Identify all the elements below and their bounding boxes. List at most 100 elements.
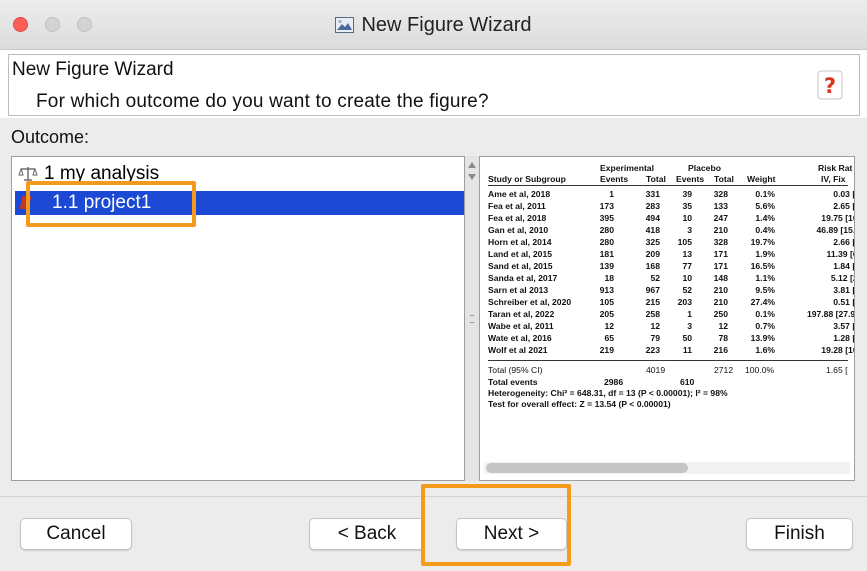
question-mark-icon[interactable]: ? (817, 70, 843, 100)
cell-p-total: 328 (713, 237, 728, 247)
events-label: Total events (488, 377, 538, 387)
cell-e-total: 215 (645, 297, 660, 307)
cell-weight: 0.1% (755, 189, 775, 199)
cell-p-total: 78 (718, 333, 728, 343)
cell-rr: 0.51 [0 (833, 297, 855, 307)
cell-e-events: 139 (599, 261, 614, 271)
cell-e-events: 395 (599, 213, 614, 223)
events-e: 2986 (604, 377, 624, 387)
header-study: Study or Subgroup (488, 174, 566, 184)
cell-p-total: 210 (713, 297, 728, 307)
cell-p-events: 10 (682, 213, 692, 223)
cell-e-events: 105 (599, 297, 614, 307)
cell-weight: 1.4% (755, 213, 775, 223)
cell-p-total: 328 (713, 189, 728, 199)
cell-study: Taran et al, 2022 (488, 309, 555, 319)
back-button[interactable]: < Back (309, 518, 425, 550)
cell-p-events: 52 (682, 285, 692, 295)
cell-study: Horn et al, 2014 (488, 237, 552, 247)
total-rr: 1.65 [ (826, 365, 848, 375)
cell-weight: 13.9% (750, 333, 775, 343)
cell-weight: 0.4% (755, 225, 775, 235)
cell-p-events: 11 (682, 345, 692, 355)
figure-preview: Experimental Placebo Risk Rat Study or S… (479, 156, 855, 481)
wizard-title: New Figure Wizard (12, 59, 174, 80)
cell-weight: 5.6% (755, 201, 775, 211)
scrollbar-thumb[interactable] (486, 463, 688, 473)
outcome-label: Outcome: (11, 127, 90, 147)
cell-e-events: 913 (599, 285, 614, 295)
total-label: Total (95% CI) (488, 365, 543, 375)
cell-weight: 0.1% (755, 309, 775, 319)
cell-p-total: 210 (713, 285, 728, 295)
cell-study: Schreiber et al, 2020 (488, 297, 572, 307)
chevron-left-icon[interactable] (468, 162, 476, 168)
cell-p-events: 39 (682, 189, 692, 199)
cell-p-total: 171 (713, 261, 728, 271)
cell-p-events: 10 (682, 273, 692, 283)
cell-e-total: 79 (650, 333, 660, 343)
cell-e-total: 494 (645, 213, 660, 223)
cell-rr: 11.39 [6. (826, 249, 854, 259)
cell-rr: 19.28 [10. (821, 345, 854, 355)
cell-weight: 1.6% (755, 345, 775, 355)
svg-text:?: ? (824, 74, 836, 98)
header-placebo: Placebo (688, 163, 721, 173)
cell-p-total: 148 (713, 273, 728, 283)
finish-button[interactable]: Finish (746, 518, 853, 550)
cell-study: Sanda et al, 2017 (488, 273, 558, 283)
cancel-button[interactable]: Cancel (20, 518, 132, 550)
cell-e-events: 219 (599, 345, 614, 355)
cell-e-total: 168 (645, 261, 660, 271)
cell-weight: 1.9% (755, 249, 775, 259)
cell-rr: 3.81 [3 (833, 285, 855, 295)
cell-p-total: 247 (713, 213, 728, 223)
header-total: Total (646, 174, 666, 184)
cell-e-total: 12 (650, 321, 660, 331)
cell-p-total: 210 (713, 225, 728, 235)
chevron-right-icon[interactable] (468, 174, 476, 180)
split-pane-divider[interactable] (465, 156, 479, 481)
cell-rr: 2.65 [1 (833, 201, 855, 211)
cell-rr: 1.28 [1 (833, 333, 855, 343)
cell-e-total: 331 (645, 189, 660, 199)
wizard-header: New Figure Wizard For which outcome do y… (8, 54, 860, 116)
cell-e-events: 181 (599, 249, 614, 259)
events-p: 610 (680, 377, 695, 387)
header-events: Events (676, 174, 705, 184)
cell-weight: 0.7% (755, 321, 775, 331)
cell-e-total: 418 (645, 225, 660, 235)
grip-icon (470, 315, 474, 323)
cell-study: Wabe et al, 2011 (488, 321, 554, 331)
cell-e-total: 325 (645, 237, 660, 247)
cell-p-events: 203 (677, 297, 692, 307)
total-e-total: 4019 (646, 365, 666, 375)
cell-weight: 9.5% (755, 285, 775, 295)
cell-p-total: 216 (713, 345, 728, 355)
cell-p-events: 50 (682, 333, 692, 343)
cell-p-total: 133 (713, 201, 728, 211)
cell-rr: 3.57 [1 (833, 321, 855, 331)
cell-p-events: 77 (682, 261, 692, 271)
header-method: IV, Fix (821, 174, 846, 184)
cell-e-events: 1 (609, 189, 614, 199)
header-events: Events (600, 174, 629, 184)
cell-p-events: 35 (682, 201, 692, 211)
horizontal-scrollbar[interactable] (484, 462, 850, 474)
header-total: Total (714, 174, 734, 184)
cell-study: Wate et al, 2016 (488, 333, 552, 343)
cell-weight: 27.4% (750, 297, 775, 307)
cell-study: Gan et al, 2010 (488, 225, 549, 235)
cell-rr: 2.66 [2 (833, 237, 855, 247)
total-p-total: 2712 (714, 365, 734, 375)
cell-rr: 197.88 [27.96 (806, 309, 855, 319)
cell-p-events: 3 (687, 321, 692, 331)
cell-p-events: 3 (687, 225, 692, 235)
cell-e-events: 205 (599, 309, 614, 319)
cell-weight: 1.1% (755, 273, 775, 283)
overall-effect-text: Test for overall effect: Z = 13.54 (P < … (488, 399, 671, 409)
cell-e-events: 18 (604, 273, 614, 283)
cell-e-total: 283 (645, 201, 660, 211)
cell-e-events: 12 (604, 321, 614, 331)
cell-e-total: 223 (645, 345, 660, 355)
